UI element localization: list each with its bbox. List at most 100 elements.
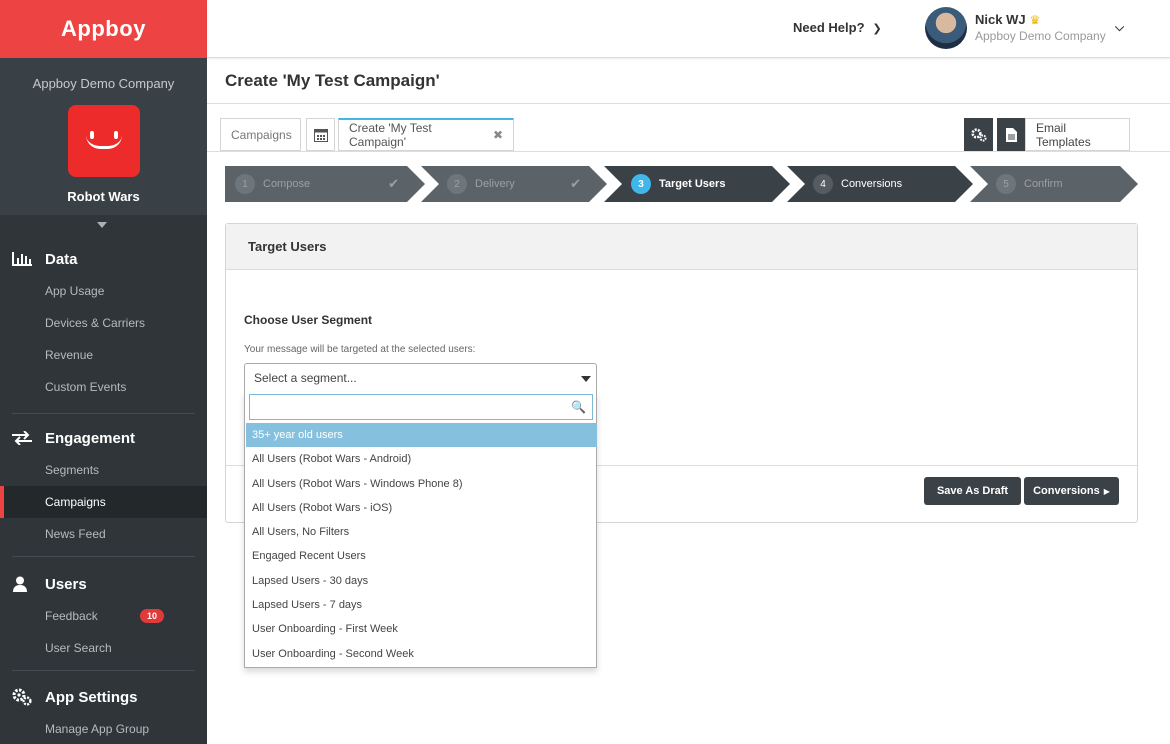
nav-section-users: Users Feedback 10 User Search [0, 568, 207, 671]
step-number: 4 [813, 174, 833, 194]
step-label: Confirm [1024, 178, 1063, 190]
caret-right-icon: ▶ [1103, 486, 1110, 496]
chevron-down-icon: ❯ [872, 23, 882, 35]
segment-heading: Choose User Segment [244, 313, 373, 327]
top-bar: Need Help? ❯ Nick WJ ♛ Appboy Demo Company… [207, 0, 1170, 58]
save-as-draft-button[interactable]: Save As Draft [924, 477, 1021, 505]
tab-create-campaign[interactable]: Create 'My Test Campaign' ✖ [338, 118, 514, 151]
sidebar-item-manage-app-group[interactable]: Manage App Group [0, 713, 207, 744]
step-compose[interactable]: 1 Compose ✔ [225, 166, 425, 202]
caret-down-icon [581, 376, 591, 382]
step-target-users[interactable]: 3 Target Users [604, 166, 790, 202]
user-company: Appboy Demo Company [975, 29, 1106, 43]
tab-campaigns[interactable]: Campaigns [220, 118, 301, 151]
nav-head-data[interactable]: Data [0, 243, 207, 275]
user-name-label: Nick WJ [975, 12, 1026, 27]
segment-option[interactable]: All Users, No Filters [246, 520, 597, 544]
need-help-label: Need Help? [793, 20, 865, 35]
sidebar-item-app-usage[interactable]: App Usage [0, 275, 207, 307]
feedback-count-badge: 10 [140, 609, 165, 623]
nav-head-engagement[interactable]: Engagement [0, 422, 207, 454]
nav-head-app-settings[interactable]: App Settings [0, 681, 207, 713]
nav-head-label: Data [45, 250, 78, 268]
app-logo[interactable]: Appboy [0, 0, 207, 58]
divider [207, 103, 1170, 104]
robot-app-icon[interactable] [67, 105, 140, 177]
company-block: Appboy Demo Company Robot Wars [0, 58, 207, 215]
check-icon: ✔ [570, 176, 581, 191]
gears-icon[interactable] [964, 118, 993, 151]
avatar[interactable] [925, 7, 967, 49]
step-label: Delivery [475, 178, 515, 190]
segment-option[interactable]: Lapsed Users - 7 days [246, 593, 597, 617]
sidebar-item-revenue[interactable]: Revenue [0, 339, 207, 371]
close-icon[interactable]: ✖ [493, 128, 503, 142]
campaign-steps: 1 Compose ✔ 2 Delivery ✔ 3 Target Users … [225, 166, 1138, 202]
panel-title: Target Users [226, 224, 1137, 270]
nav-section-data: Data App Usage Devices & Carriers Revenu… [0, 243, 207, 414]
sidebar-item-label: Feedback [45, 609, 98, 623]
sidebar-item-segments[interactable]: Segments [0, 454, 207, 486]
step-label: Compose [263, 178, 311, 190]
nav-section-app-settings: App Settings Manage App Group [0, 681, 207, 744]
sidebar-item-devices-carriers[interactable]: Devices & Carriers [0, 307, 207, 339]
sidebar-item-custom-events[interactable]: Custom Events [0, 371, 207, 403]
user-name[interactable]: Nick WJ ♛ [975, 12, 1040, 27]
company-name[interactable]: Appboy Demo Company [0, 76, 207, 91]
step-number: 1 [235, 174, 255, 194]
nav-section-engagement: Engagement Segments Campaigns News Feed [0, 422, 207, 557]
sidebar: Appboy Appboy Demo Company Robot Wars Da… [0, 0, 207, 744]
segment-option[interactable]: User Onboarding - First Week [246, 617, 597, 641]
step-label: Target Users [659, 178, 726, 190]
conversions-button[interactable]: Conversions ▶ [1024, 477, 1119, 505]
check-icon: ✔ [388, 176, 399, 191]
step-number: 2 [447, 174, 467, 194]
divider [12, 556, 195, 557]
step-delivery[interactable]: 2 Delivery ✔ [421, 166, 607, 202]
segment-option[interactable]: 35+ year old users [246, 423, 597, 447]
arrows-exchange-icon [12, 431, 34, 445]
segment-help-text: Your message will be targeted at the sel… [244, 344, 476, 355]
divider [12, 413, 195, 414]
conversions-button-label: Conversions [1033, 485, 1100, 497]
segment-option[interactable]: Lapsed Users - 30 days [246, 569, 597, 593]
email-templates-button[interactable]: Email Templates [1025, 118, 1130, 151]
segment-search-input[interactable]: 🔍 [249, 394, 593, 420]
segment-option[interactable]: All Users (Robot Wars - iOS) [246, 496, 597, 520]
crown-icon: ♛ [1029, 13, 1041, 27]
page-title: Create 'My Test Campaign' [225, 71, 440, 90]
segment-select[interactable]: Select a segment... [244, 363, 597, 393]
need-help-menu[interactable]: Need Help? ❯ [793, 20, 882, 35]
calendar-icon[interactable] [306, 118, 335, 151]
segment-option[interactable]: All Users (Robot Wars - Android) [246, 447, 597, 471]
sidebar-item-feedback[interactable]: Feedback 10 [0, 600, 207, 632]
search-icon: 🔍 [571, 400, 586, 414]
step-number: 3 [631, 174, 651, 194]
nav-head-users[interactable]: Users [0, 568, 207, 600]
nav-head-label: Users [45, 575, 87, 593]
nav-head-label: Engagement [45, 429, 136, 447]
segment-option[interactable]: All Users (Robot Wars - Windows Phone 8) [246, 472, 597, 496]
step-conversions[interactable]: 4 Conversions [787, 166, 973, 202]
segment-select-value: Select a segment... [254, 371, 357, 385]
step-confirm[interactable]: 5 Confirm [970, 166, 1138, 202]
sidebar-item-campaigns[interactable]: Campaigns [0, 486, 207, 518]
tab-label: Create 'My Test Campaign' [349, 121, 432, 149]
gears-icon [12, 688, 34, 706]
caret-down-icon[interactable] [97, 222, 107, 228]
user-icon [12, 576, 34, 592]
segment-option[interactable]: Engaged Recent Users [246, 544, 597, 568]
sidebar-item-user-search[interactable]: User Search [0, 632, 207, 664]
divider [12, 670, 195, 671]
sidebar-item-news-feed[interactable]: News Feed [0, 518, 207, 550]
chevron-down-icon[interactable]: ⌵ [1115, 20, 1124, 35]
divider [207, 151, 1170, 152]
step-number: 5 [996, 174, 1016, 194]
segment-dropdown: 🔍 35+ year old users All Users (Robot Wa… [244, 392, 597, 668]
step-label: Conversions [841, 178, 903, 190]
document-icon[interactable] [997, 118, 1026, 151]
app-name[interactable]: Robot Wars [0, 189, 207, 204]
bar-chart-icon [12, 252, 34, 266]
segment-option[interactable]: User Onboarding - Second Week [246, 642, 597, 666]
nav-head-label: App Settings [45, 688, 138, 706]
